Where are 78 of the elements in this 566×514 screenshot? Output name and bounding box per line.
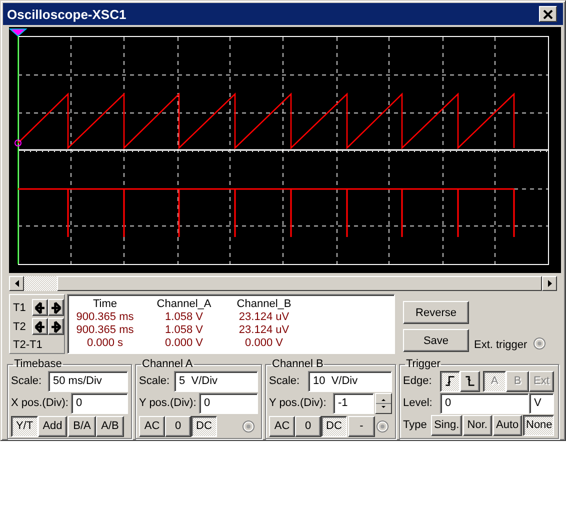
scale-label: Scale: (269, 375, 300, 387)
scale-field[interactable]: 50 ms/Div (48, 370, 128, 392)
cursor-right-button[interactable] (48, 299, 64, 316)
coupling-button[interactable]: 0 (165, 416, 191, 436)
mode-button[interactable]: Y/T (11, 416, 38, 436)
trigger-type-button[interactable]: Sing. (431, 414, 462, 436)
position-label: Y pos.(Div): (269, 397, 326, 409)
falling-edge-button[interactable] (460, 370, 480, 392)
left-arrow-icon (14, 280, 18, 287)
rising-edge-icon (444, 374, 456, 388)
column-header: Channel_B (236, 298, 292, 311)
left-arrow-icon (34, 320, 46, 332)
level-label: Level: (403, 397, 434, 409)
column-header: Time (92, 298, 118, 311)
radio-icon[interactable] (533, 337, 546, 350)
position-field[interactable]: 0 (199, 392, 258, 414)
table-cell-text: 0.000 V (244, 337, 284, 350)
table-cell-text: 23.124 uV (238, 324, 290, 337)
falling-edge-icon (464, 374, 476, 388)
table-cell-text: 0.000 s (86, 337, 124, 350)
close-button[interactable] (539, 6, 557, 22)
close-icon (543, 10, 553, 18)
cursor-left-button[interactable] (32, 299, 48, 316)
column-header: Channel_A (156, 298, 212, 311)
group-title: Channel A (141, 359, 194, 370)
window-title: Oscilloscope-XSC1 (7, 6, 126, 22)
scroll-right-button[interactable] (542, 276, 557, 291)
right-arrow-icon (50, 302, 62, 314)
scale-label: Scale: (139, 375, 170, 387)
radio-icon[interactable] (376, 420, 389, 432)
scroll-left-button[interactable] (9, 276, 24, 291)
ext-trigger-label: Ext. trigger (474, 339, 528, 351)
cursor-label: T1 (13, 302, 27, 314)
cursor-label: T2 (13, 320, 27, 332)
coupling-button[interactable]: DC (191, 416, 217, 436)
cursor-difference-label: T2-T1 (13, 339, 44, 351)
spinner[interactable] (375, 392, 392, 414)
right-arrow-icon (50, 320, 62, 332)
mode-button[interactable]: A/B (96, 416, 124, 436)
type-label: Type (403, 419, 428, 431)
rising-edge-button[interactable] (440, 370, 460, 392)
table-cell-text: 1.058 V (164, 311, 204, 324)
scale-field[interactable]: 5 V/Div (174, 370, 258, 392)
coupling-button[interactable]: 0 (295, 416, 321, 436)
cursor-right-button[interactable] (48, 318, 64, 335)
table-cell-text: 1.058 V (164, 324, 204, 337)
left-arrow-icon (34, 302, 46, 314)
scroll-thumb[interactable] (57, 276, 542, 291)
coupling-button[interactable]: AC (269, 416, 295, 436)
level-field[interactable]: 0 (440, 392, 529, 414)
coupling-button[interactable]: DC (321, 416, 347, 436)
table-cell-text: 900.365 ms (75, 324, 135, 337)
radio-icon[interactable] (242, 420, 255, 432)
trigger-type-button[interactable]: Auto (492, 414, 522, 436)
group-title: Timebase (13, 359, 63, 370)
right-arrow-icon (548, 280, 552, 287)
coupling-button[interactable]: AC (139, 416, 165, 436)
reverse-button[interactable]: Reverse (403, 301, 469, 324)
scale-label: Scale: (11, 375, 42, 387)
position-field[interactable]: -1 (333, 392, 374, 414)
coupling-button[interactable]: - (348, 416, 375, 436)
trigger-type-button[interactable]: Nor. (463, 414, 492, 436)
position-label: X pos.(Div): (11, 397, 68, 409)
cursor-left-button[interactable] (32, 318, 48, 335)
edge-label: Edge: (403, 375, 433, 387)
table-cell-text: 0.000 V (164, 337, 204, 350)
scale-field[interactable]: 10 V/Div (308, 370, 392, 392)
mode-button[interactable]: B/A (68, 416, 96, 436)
mode-button[interactable]: Add (38, 416, 67, 436)
position-label: Y pos.(Div): (139, 397, 196, 409)
save-button[interactable]: Save (403, 329, 469, 352)
group-title: Channel B (271, 359, 324, 370)
table-cell-text: 23.124 uV (238, 311, 290, 324)
unit-field[interactable]: V (529, 392, 554, 414)
table-cell-text: 900.365 ms (75, 311, 135, 324)
trigger-type-button[interactable]: None (523, 414, 554, 436)
group-title: Trigger (405, 359, 442, 370)
position-field[interactable]: 0 (71, 392, 128, 414)
